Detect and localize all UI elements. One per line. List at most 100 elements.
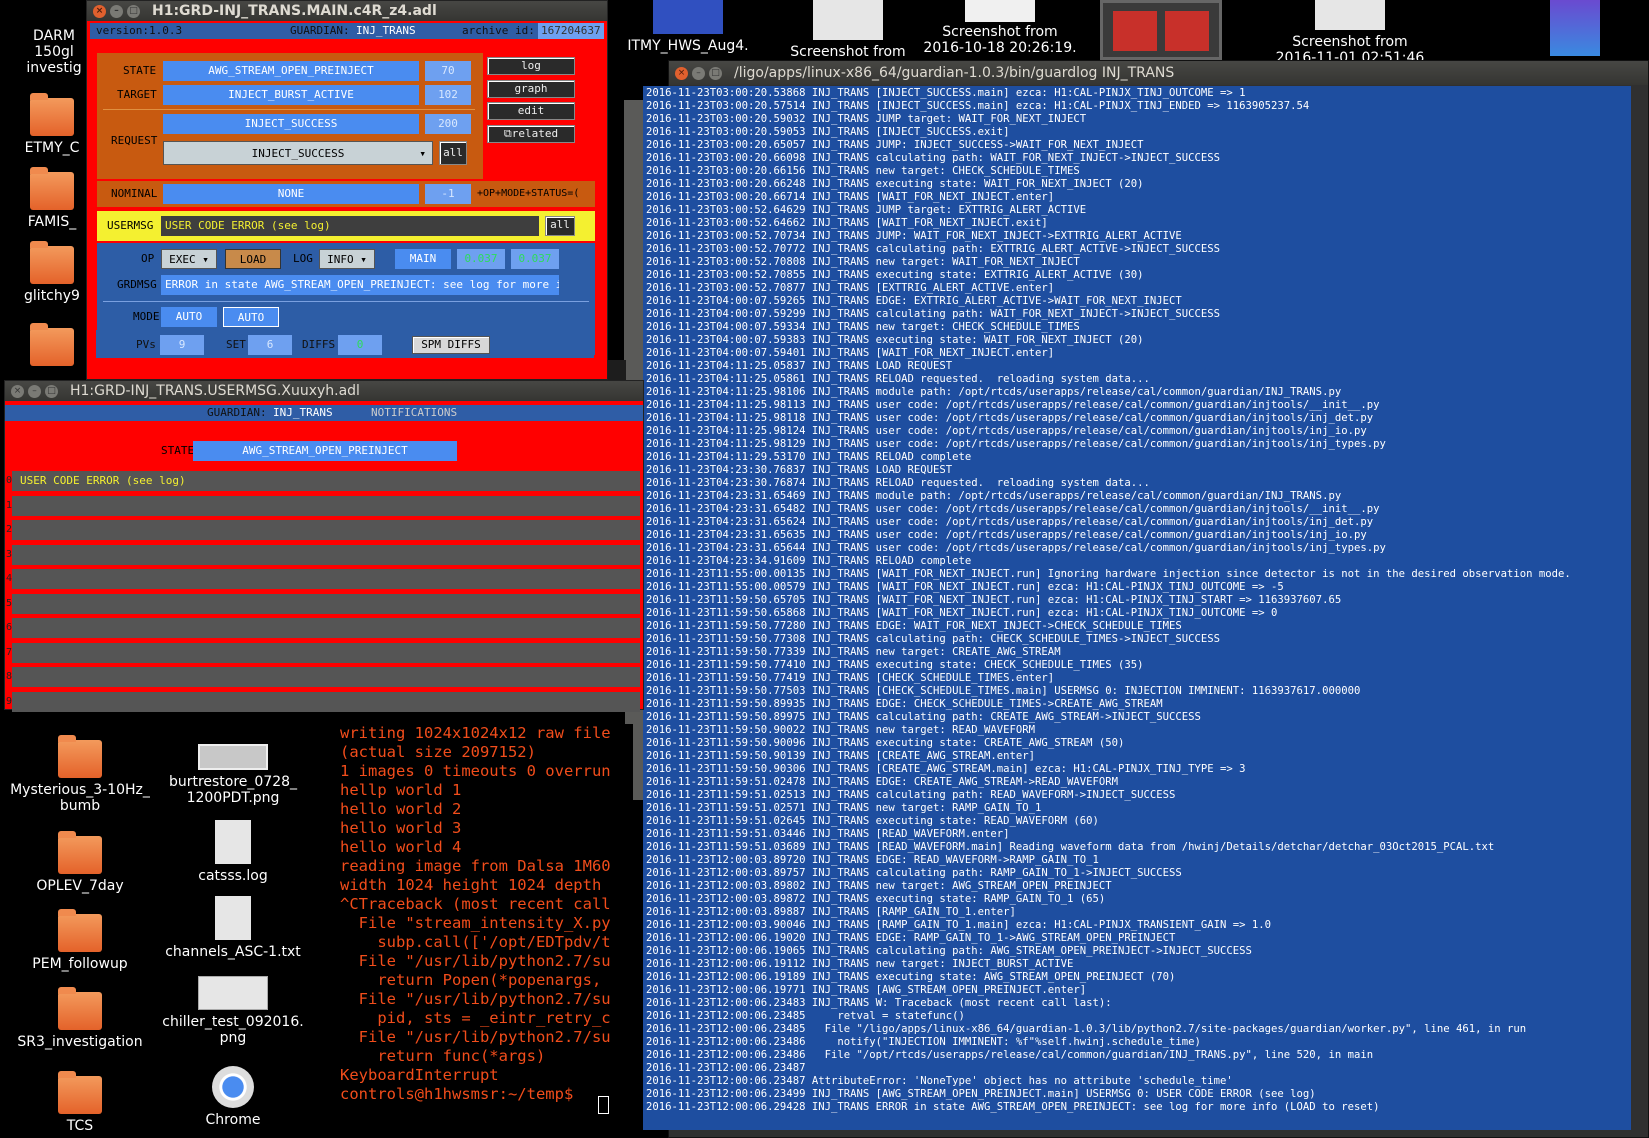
request-select[interactable]: INJECT_SUCCESS ▾ — [163, 141, 433, 165]
pvs-count: 9 — [160, 335, 204, 355]
image-file-icon[interactable] — [1550, 0, 1600, 56]
desktop-icon-label: Screenshot from — [790, 44, 906, 60]
usermsg-row: 6 — [6, 618, 640, 638]
folder-icon — [58, 909, 102, 952]
state-num: 70 — [425, 61, 471, 81]
desktop-icon-label: DARM 150gl investig — [26, 28, 82, 76]
image-file-icon — [198, 744, 268, 770]
mode-button[interactable]: AUTO — [223, 307, 279, 327]
desktop-icon-label: catsss.log — [198, 868, 268, 884]
folder-icon — [30, 93, 74, 136]
request-num: 200 — [425, 114, 471, 134]
close-icon[interactable]: × — [11, 384, 24, 398]
set-label: SET — [226, 338, 246, 351]
log-level-value: INFO — [327, 253, 354, 266]
guardlog-output[interactable]: 2016-11-23T03:00:20.53868 INJ_TRANS [INJ… — [643, 86, 1631, 1130]
desktop-icon-partial[interactable] — [20, 323, 84, 370]
terminal-app-icon[interactable] — [1100, 0, 1222, 60]
minimize-icon[interactable]: – — [692, 66, 705, 80]
usermsg-row-number: 8 — [6, 671, 13, 682]
target-field: INJECT_BURST_ACTIVE — [163, 85, 419, 105]
desktop-icon-pem[interactable]: PEM_followup — [8, 909, 152, 972]
log-level-label: LOG — [293, 252, 313, 265]
folder-icon — [58, 735, 102, 778]
desktop-file-chiller[interactable]: chiller_test_092016. png — [160, 976, 306, 1046]
desktop-file-burtrestore[interactable]: burtrestore_0728_ 1200PDT.png — [160, 744, 306, 806]
usermsg-row-number: 2 — [6, 524, 13, 535]
desktop-icon-mysterious[interactable]: Mysterious_3-10Hz_ bumb — [8, 735, 152, 814]
usermsg-row: 2 — [6, 520, 640, 540]
desktop-icon-label: SR3_investigation — [17, 1034, 143, 1050]
usermsg-label: USERMSG — [107, 219, 154, 232]
desktop-icon-label: Mysterious_3-10Hz_ bumb — [10, 782, 150, 814]
usermsg-row: 9 — [6, 691, 640, 712]
nominal-label: NOMINAL — [111, 187, 158, 200]
close-icon[interactable]: × — [675, 66, 688, 80]
guardian-label: GUARDIAN: — [207, 406, 267, 419]
maximize-icon[interactable]: □ — [127, 4, 140, 18]
desktop-icon-label: OPLEV_7day — [36, 878, 124, 894]
pvs-label: PVs — [136, 338, 156, 351]
close-icon[interactable]: × — [93, 4, 106, 18]
usermsg-row: 1 — [6, 495, 640, 516]
desktop-icon-etmy[interactable]: ETMY_C — [20, 93, 84, 156]
usermsg-row: 8 — [6, 667, 640, 687]
desktop-icon-itmy[interactable]: ITMY_HWS_Aug4. — [626, 0, 750, 54]
desktop-icon-label: FAMIS_ — [27, 214, 77, 230]
header-bar: version:1.0.3 GUARDIAN: INJ_TRANS archiv… — [90, 23, 604, 39]
load-button[interactable]: LOAD — [225, 249, 281, 269]
desktop-icon-tcs[interactable]: TCS — [8, 1071, 152, 1134]
desktop-icon-sr3[interactable]: SR3_investigation — [8, 987, 152, 1050]
chrome-icon — [212, 1066, 254, 1108]
window-title: H1:GRD-INJ_TRANS.USERMSG.Xuuxyh.adl — [70, 383, 360, 399]
nominal-extra: +OP+MODE+STATUS=( — [477, 188, 580, 199]
log-button[interactable]: log — [487, 57, 575, 75]
terminal-window[interactable]: writing 1024x1024x12 raw file (actual si… — [330, 690, 633, 1124]
usermsg-row-number: 6 — [6, 622, 13, 633]
desktop-file-catsss[interactable]: catsss.log — [180, 820, 286, 884]
desktop-icon-oplev[interactable]: OPLEV_7day — [8, 831, 152, 894]
graph-button[interactable]: graph — [487, 80, 575, 98]
folder-icon — [58, 831, 102, 874]
maximize-icon[interactable]: □ — [709, 66, 722, 80]
divider — [103, 109, 475, 110]
spm-diffs-button[interactable]: SPM DIFFS — [412, 336, 490, 354]
nominal-num: -1 — [425, 184, 471, 204]
usermsg-row-number: 9 — [6, 695, 13, 707]
usermsg-all-button[interactable]: all — [545, 216, 575, 236]
usermsg-row: 5 — [6, 593, 640, 614]
related-button[interactable]: ⧉related — [487, 125, 575, 143]
guardlog-titlebar[interactable]: × – □ /ligo/apps/linux-x86_64/guardian-1… — [669, 61, 1648, 85]
usermsg-window[interactable]: × – □ H1:GRD-INJ_TRANS.USERMSG.Xuuxyh.ad… — [4, 380, 644, 712]
usermsg-row: 7 — [6, 642, 640, 663]
desktop-icon-darm[interactable]: DARM 150gl investig — [24, 28, 84, 76]
desktop-icon-screenshot-3[interactable]: Screenshot from 2016-11-01 02:51:46 — [1270, 0, 1430, 66]
minimize-icon[interactable]: – — [110, 4, 123, 18]
request-all-button[interactable]: all — [439, 141, 467, 165]
desktop-chrome[interactable]: Chrome — [190, 1066, 276, 1128]
op-select-value: EXEC — [169, 253, 196, 266]
desktop-icon-label: ETMY_C — [24, 140, 80, 156]
grdmsg-label: GRDMSG — [117, 278, 157, 291]
maximize-icon[interactable]: □ — [45, 384, 58, 398]
image-file-icon — [813, 0, 883, 40]
desktop-icon-glitchy[interactable]: glitchy9 — [20, 241, 84, 304]
text-file-icon — [215, 896, 251, 940]
log-level-select[interactable]: INFO ▾ — [319, 249, 375, 269]
terminal-output[interactable]: writing 1024x1024x12 raw file (actual si… — [340, 724, 633, 1124]
edit-button[interactable]: edit — [487, 102, 575, 120]
desktop-file-channels[interactable]: channels_ASC-1.txt — [160, 896, 306, 960]
request-field: INJECT_SUCCESS — [163, 114, 419, 134]
guardian-main-window[interactable]: × – □ H1:GRD-INJ_TRANS.MAIN.c4R_z4.adl v… — [86, 0, 608, 380]
desktop-icon-label: TCS — [66, 1118, 94, 1134]
set-count: 6 — [248, 335, 292, 355]
usermsg-titlebar[interactable]: × – □ H1:GRD-INJ_TRANS.USERMSG.Xuuxyh.ad… — [5, 381, 643, 401]
main-titlebar[interactable]: × – □ H1:GRD-INJ_TRANS.MAIN.c4R_z4.adl — [87, 1, 607, 21]
diffs-label: DIFFS — [302, 338, 336, 351]
guardian-label: GUARDIAN: — [290, 24, 350, 37]
desktop-icon-screenshot-2[interactable]: Screenshot from 2016-10-18 20:26:19. — [920, 0, 1080, 56]
desktop-icon-screenshot-1[interactable]: Screenshot from — [778, 0, 918, 60]
op-select[interactable]: EXEC ▾ — [161, 249, 217, 269]
desktop-icon-famis[interactable]: FAMIS_ — [20, 167, 84, 230]
minimize-icon[interactable]: – — [28, 384, 41, 398]
